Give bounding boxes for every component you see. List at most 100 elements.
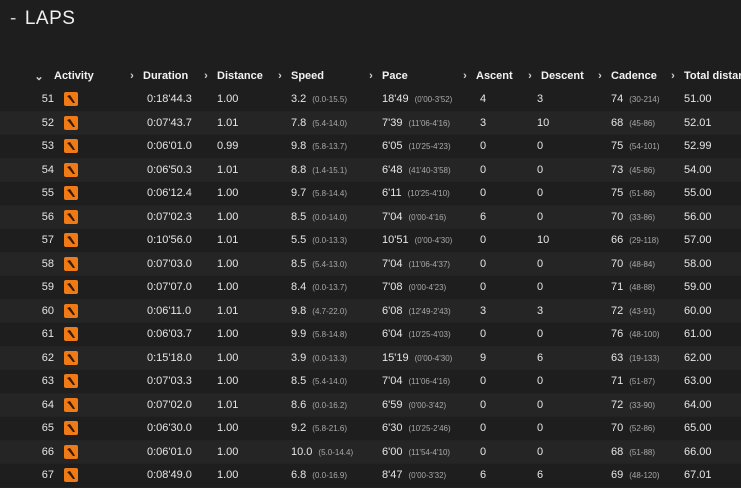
distance-cell: 1.00	[199, 440, 273, 464]
speed-cell: 8.8 (1.4-15.1)	[273, 158, 364, 182]
column-header-cadence[interactable]: › Cadence	[593, 64, 666, 88]
speed-cell: 9.8 (4.7-22.0)	[273, 299, 364, 323]
speed-value: 10.0	[291, 445, 313, 458]
running-activity-icon[interactable]	[64, 139, 78, 154]
running-activity-icon[interactable]	[64, 468, 78, 483]
pace-range: (0'00-4'16)	[408, 212, 447, 222]
table-row[interactable]: 65 0:06'30.0 1.00 9.2 (5.8-21.6) 6'30 (10'25-2…	[0, 416, 741, 441]
cadence-range: (45-86)	[629, 118, 656, 128]
cadence-value: 70	[611, 210, 624, 223]
table-row[interactable]: 51 0:18'44.3 1.00 3.2 (0.0-15.5) 18'49 (0'00-3…	[0, 88, 741, 112]
speed-range: (5.4-14.0)	[312, 118, 347, 128]
cadence-cell: 72 (33-90)	[593, 393, 666, 417]
pace-value: 7'08	[382, 281, 403, 294]
running-activity-icon[interactable]	[64, 162, 78, 177]
speed-value: 9.8	[291, 304, 307, 317]
running-activity-icon[interactable]	[64, 374, 78, 389]
running-activity-icon[interactable]	[64, 186, 78, 201]
column-header-descent[interactable]: › Descent	[523, 64, 593, 88]
duration-cell: 0:06'01.0	[125, 440, 199, 464]
table-row[interactable]: 59 0:07'07.0 1.00 8.4 (0.0-13.7) 7'08 (0'00-4'…	[0, 275, 741, 300]
distance-cell: 1.00	[199, 346, 273, 370]
activity-cell	[54, 88, 125, 112]
cadence-cell: 70 (48-84)	[593, 252, 666, 276]
table-row[interactable]: 53 0:06'01.0 0.99 9.8 (5.8-13.7) 6'05 (10'25-4…	[0, 134, 741, 159]
speed-range: (0.0-16.2)	[312, 400, 347, 410]
table-row[interactable]: 56 0:07'02.3 1.00 8.5 (0.0-14.0) 7'04 (0'00-4'…	[0, 205, 741, 229]
pace-value: 6'11	[382, 187, 402, 200]
lap-column-header[interactable]: ⌄	[0, 64, 54, 88]
cadence-cell: 71 (48-88)	[593, 275, 666, 300]
running-activity-icon[interactable]	[64, 209, 78, 224]
lap-number: 53	[0, 134, 54, 159]
speed-range: (0.0-13.3)	[312, 236, 347, 246]
running-activity-icon[interactable]	[64, 303, 78, 318]
distance-cell: 1.00	[199, 322, 273, 347]
cadence-range: (51-87)	[629, 377, 656, 387]
column-header-pace[interactable]: › Pace	[364, 64, 458, 88]
column-header-total-distance[interactable]: ›Total distance	[666, 64, 741, 88]
cadence-value: 68	[611, 116, 624, 129]
column-header-distance[interactable]: › Distance	[199, 64, 273, 88]
table-row[interactable]: 58 0:07'03.0 1.00 8.5 (5.4-13.0) 7'04 (11'06-4…	[0, 252, 741, 276]
duration-cell: 0:07'03.0	[125, 252, 199, 276]
table-row[interactable]: 57 0:10'56.0 1.01 5.5 (0.0-13.3) 10'51 (0'00-4…	[0, 228, 741, 253]
ascent-cell: 0	[458, 134, 523, 159]
speed-range: (5.4-13.0)	[312, 259, 347, 269]
table-row[interactable]: 55 0:06'12.4 1.00 9.7 (5.8-14.4) 6'11 (10'25-4…	[0, 181, 741, 206]
ascent-cell: 0	[458, 393, 523, 417]
speed-cell: 7.8 (5.4-14.0)	[273, 111, 364, 135]
cadence-range: (48-84)	[629, 259, 656, 269]
cadence-value: 66	[611, 234, 624, 247]
cadence-value: 73	[611, 163, 624, 176]
ascent-cell: 3	[458, 111, 523, 135]
lap-number: 60	[0, 299, 54, 323]
table-row[interactable]: 66 0:06'01.0 1.00 10.0 (5.0-14.4) 6'00 (11'54-…	[0, 440, 741, 464]
table-row[interactable]: 63 0:07'03.3 1.00 8.5 (5.4-14.0) 7'04 (11'06-4…	[0, 369, 741, 394]
speed-value: 8.6	[291, 398, 307, 411]
speed-cell: 6.8 (0.0-16.9)	[273, 463, 364, 488]
table-row[interactable]: 54 0:06'50.3 1.01 8.8 (1.4-15.1) 6'48 (41'40-3…	[0, 158, 741, 182]
pace-value: 10'51	[382, 234, 409, 247]
ascent-cell: 6	[458, 205, 523, 229]
collapse-icon[interactable]: -	[10, 8, 17, 30]
table-row[interactable]: 61 0:06'03.7 1.00 9.9 (5.8-14.8) 6'04 (10'25-4…	[0, 322, 741, 347]
running-activity-icon[interactable]	[64, 92, 78, 107]
running-activity-icon[interactable]	[64, 233, 78, 248]
lap-number: 56	[0, 205, 54, 229]
pace-cell: 6'59 (0'00-3'42)	[364, 393, 458, 417]
cadence-value: 71	[611, 281, 624, 294]
running-activity-icon[interactable]	[64, 421, 78, 436]
descent-cell: 0	[523, 369, 593, 394]
speed-range: (0.0-13.7)	[312, 283, 347, 293]
table-row[interactable]: 52 0:07'43.7 1.01 7.8 (5.4-14.0) 7'39 (11'06-4…	[0, 111, 741, 135]
running-activity-icon[interactable]	[64, 327, 78, 342]
table-row[interactable]: 67 0:08'49.0 1.00 6.8 (0.0-16.9) 8'47 (0'00-3'…	[0, 463, 741, 488]
column-header-speed[interactable]: › Speed	[273, 64, 364, 88]
table-row[interactable]: 62 0:15'18.0 1.00 3.9 (0.0-13.3) 15'19 (0'00-4…	[0, 346, 741, 370]
total-distance-cell: 60.00	[666, 299, 741, 323]
running-activity-icon[interactable]	[64, 397, 78, 412]
running-activity-icon[interactable]	[64, 444, 78, 459]
speed-value: 8.8	[291, 163, 307, 176]
pace-value: 6'05	[382, 140, 403, 153]
pace-range: (11'06-4'16)	[408, 377, 451, 387]
activity-cell	[54, 181, 125, 206]
running-activity-icon[interactable]	[64, 280, 78, 295]
chevron-right-icon: ›	[671, 70, 675, 82]
running-activity-icon[interactable]	[64, 115, 78, 130]
running-activity-icon[interactable]	[64, 256, 78, 271]
speed-value: 9.9	[291, 328, 307, 341]
column-header-activity[interactable]: Activity	[54, 64, 125, 88]
table-row[interactable]: 60 0:06'11.0 1.01 9.8 (4.7-22.0) 6'08 (12'49-2…	[0, 299, 741, 323]
column-header-duration[interactable]: › Duration	[125, 64, 199, 88]
running-activity-icon[interactable]	[64, 350, 78, 365]
cadence-value: 71	[611, 375, 624, 388]
speed-range: (5.8-21.6)	[312, 424, 347, 434]
table-row[interactable]: 64 0:07'02.0 1.01 8.6 (0.0-16.2) 6'59 (0'00-3'…	[0, 393, 741, 417]
ascent-cell: 0	[458, 228, 523, 253]
column-header-ascent[interactable]: › Ascent	[458, 64, 523, 88]
pace-range: (11'06-4'16)	[408, 118, 451, 128]
lap-number: 62	[0, 346, 54, 370]
lap-number: 55	[0, 181, 54, 206]
